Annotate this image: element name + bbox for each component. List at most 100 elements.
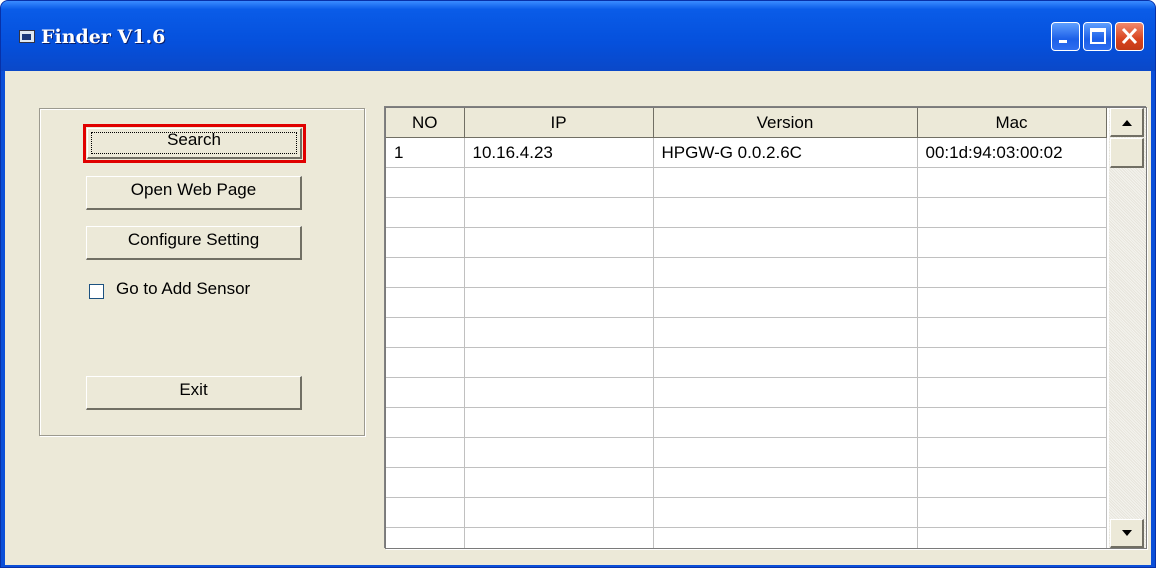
cell-mac bbox=[917, 347, 1107, 378]
cell-mac bbox=[917, 227, 1107, 258]
cell-ip bbox=[464, 377, 654, 408]
results-grid[interactable]: NO IP Version Mac 1 10.16.4.23 HPGW-G 0.0.… bbox=[385, 107, 1147, 549]
cell-version bbox=[653, 467, 918, 498]
cell-ip bbox=[464, 467, 654, 498]
column-header-version[interactable]: Version bbox=[653, 108, 918, 138]
cell-version bbox=[653, 197, 918, 228]
title-bar[interactable]: Finder V1.6 bbox=[1, 1, 1155, 71]
cell-mac bbox=[917, 527, 1107, 548]
cell-ip bbox=[464, 287, 654, 318]
header-row: NO IP Version Mac bbox=[386, 108, 1107, 138]
cell-ip bbox=[464, 257, 654, 288]
scroll-thumb[interactable] bbox=[1110, 138, 1144, 168]
add-sensor-label[interactable]: Go to Add Sensor bbox=[116, 279, 250, 299]
maximize-icon bbox=[1090, 28, 1106, 44]
cell-mac bbox=[917, 317, 1107, 348]
cell-version bbox=[653, 437, 918, 468]
table-row[interactable] bbox=[386, 167, 1107, 198]
cell-version bbox=[653, 497, 918, 528]
window-title: Finder V1.6 bbox=[41, 26, 166, 48]
cell-ip bbox=[464, 317, 654, 348]
scroll-down-button[interactable] bbox=[1110, 519, 1144, 548]
configure-setting-label: Configure Setting bbox=[127, 230, 260, 249]
table-row[interactable] bbox=[386, 407, 1107, 438]
close-icon bbox=[1121, 27, 1138, 45]
cell-no bbox=[386, 527, 465, 548]
table-row[interactable]: 1 10.16.4.23 HPGW-G 0.0.2.6C 00:1d:94:03:00… bbox=[386, 137, 1107, 168]
arrow-down-icon bbox=[1122, 530, 1132, 536]
vertical-scrollbar[interactable] bbox=[1109, 108, 1146, 548]
cell-ip bbox=[464, 347, 654, 378]
cell-no: 1 bbox=[386, 137, 465, 168]
cell-mac bbox=[917, 497, 1107, 528]
cell-mac bbox=[917, 377, 1107, 408]
configure-setting-button[interactable]: Configure Setting bbox=[86, 226, 302, 260]
search-button[interactable]: Search bbox=[87, 128, 302, 159]
cell-ip bbox=[464, 227, 654, 258]
cell-ip bbox=[464, 197, 654, 228]
table-row[interactable] bbox=[386, 527, 1107, 548]
cell-ip bbox=[464, 497, 654, 528]
cell-mac bbox=[917, 257, 1107, 288]
table-row[interactable] bbox=[386, 347, 1107, 378]
open-web-page-button[interactable]: Open Web Page bbox=[86, 176, 302, 210]
cell-no bbox=[386, 317, 465, 348]
search-button-label: Search bbox=[167, 130, 221, 149]
app-icon bbox=[19, 30, 35, 43]
cell-mac bbox=[917, 407, 1107, 438]
cell-ip: 10.16.4.23 bbox=[464, 137, 654, 168]
cell-mac: 00:1d:94:03:00:02 bbox=[917, 137, 1107, 168]
cell-version bbox=[653, 377, 918, 408]
cell-no bbox=[386, 227, 465, 258]
exit-button[interactable]: Exit bbox=[86, 376, 302, 410]
cell-version bbox=[653, 227, 918, 258]
cell-no bbox=[386, 197, 465, 228]
cell-ip bbox=[464, 527, 654, 548]
cell-no bbox=[386, 437, 465, 468]
cell-mac bbox=[917, 437, 1107, 468]
table-row[interactable] bbox=[386, 467, 1107, 498]
exit-label: Exit bbox=[179, 380, 208, 399]
table-row[interactable] bbox=[386, 377, 1107, 408]
cell-no bbox=[386, 407, 465, 438]
cell-version bbox=[653, 167, 918, 198]
cell-mac bbox=[917, 467, 1107, 498]
arrow-up-icon bbox=[1122, 120, 1132, 126]
table-row[interactable] bbox=[386, 437, 1107, 468]
finder-window: Finder V1.6 Search Open Web Page Configu… bbox=[0, 0, 1156, 568]
column-header-no[interactable]: NO bbox=[386, 108, 465, 138]
minimize-icon bbox=[1059, 40, 1067, 43]
cell-no bbox=[386, 257, 465, 288]
cell-mac bbox=[917, 197, 1107, 228]
table-row[interactable] bbox=[386, 197, 1107, 228]
cell-version: HPGW-G 0.0.2.6C bbox=[653, 137, 918, 168]
cell-version bbox=[653, 407, 918, 438]
column-header-mac[interactable]: Mac bbox=[917, 108, 1107, 138]
cell-version bbox=[653, 287, 918, 318]
cell-mac bbox=[917, 167, 1107, 198]
cell-ip bbox=[464, 437, 654, 468]
cell-no bbox=[386, 347, 465, 378]
maximize-button[interactable] bbox=[1083, 22, 1112, 51]
table-row[interactable] bbox=[386, 497, 1107, 528]
cell-version bbox=[653, 347, 918, 378]
table-row[interactable] bbox=[386, 227, 1107, 258]
minimize-button[interactable] bbox=[1051, 22, 1080, 51]
cell-no bbox=[386, 497, 465, 528]
cell-version bbox=[653, 317, 918, 348]
table-row[interactable] bbox=[386, 257, 1107, 288]
table-row[interactable] bbox=[386, 317, 1107, 348]
close-button[interactable] bbox=[1115, 22, 1144, 51]
add-sensor-checkbox[interactable] bbox=[89, 284, 104, 299]
table-row[interactable] bbox=[386, 287, 1107, 318]
cell-no bbox=[386, 467, 465, 498]
cell-mac bbox=[917, 287, 1107, 318]
cell-no bbox=[386, 167, 465, 198]
results-table: NO IP Version Mac 1 10.16.4.23 HPGW-G 0.0.… bbox=[386, 108, 1107, 548]
column-header-ip[interactable]: IP bbox=[464, 108, 654, 138]
scroll-up-button[interactable] bbox=[1110, 108, 1144, 137]
open-web-page-label: Open Web Page bbox=[130, 180, 257, 199]
cell-version bbox=[653, 257, 918, 288]
cell-no bbox=[386, 377, 465, 408]
cell-version bbox=[653, 527, 918, 548]
